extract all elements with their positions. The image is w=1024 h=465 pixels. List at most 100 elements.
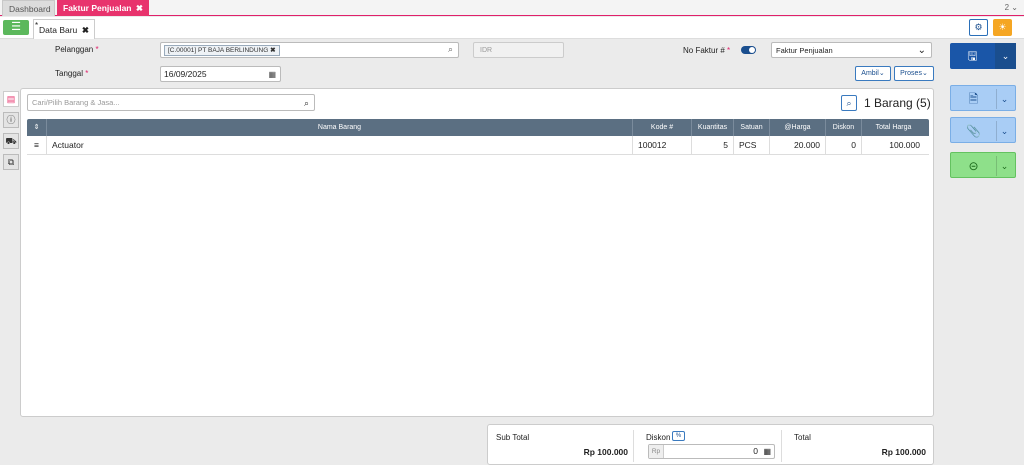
totals-bar: Sub Total Rp 100.000 Diskon % Rp 0 ▦ Tot… [487, 424, 934, 465]
more-button-group: ⊝ ⌄ [950, 152, 1016, 178]
quick-search-button[interactable]: ⌕ [841, 95, 857, 111]
required-mark: * [85, 69, 89, 78]
gear-icon: ⚙ [974, 22, 983, 32]
customer-chip[interactable]: [C.00001] PT BAJA BERLINDUNG ✖ [164, 45, 280, 56]
chevron-down-icon: ⌄ [917, 45, 926, 56]
table-header: ⇕ Nama Barang Kode # Kuantitas Satuan @H… [27, 119, 929, 136]
auto-number-toggle[interactable] [741, 46, 756, 54]
divider [781, 430, 782, 462]
unsaved-marker: * [35, 21, 39, 30]
date-value: 16/09/2025 [164, 69, 207, 79]
date-label: Tanggal * [55, 69, 88, 78]
discount-value: 0 [753, 446, 758, 456]
search-icon[interactable]: ⌕ [304, 95, 309, 111]
date-label-text: Tanggal [55, 69, 84, 78]
truck-icon: ⛟ [5, 136, 17, 146]
document-icon: 🗎 [968, 92, 979, 106]
cell-price: 20.000 [770, 136, 826, 154]
chevron-down-icon: ⌄ [878, 70, 885, 77]
customer-label-text: Pelanggan [55, 45, 94, 54]
invoice-no-label: No Faktur # * [683, 46, 730, 55]
files-icon: ⧉ [7, 157, 15, 167]
ambil-button[interactable]: Ambil⌄ [855, 66, 891, 81]
window-count[interactable]: 2 ⌄ [1005, 0, 1018, 16]
proses-button[interactable]: Proses⌄ [894, 66, 934, 81]
col-diskon[interactable]: Diskon [826, 119, 862, 136]
items-panel: Cari/Pilih Barang & Jasa... ⌕ ⌕ 1 Barang… [20, 88, 934, 417]
lightbulb-icon: ☀ [998, 22, 1007, 32]
col-satuan[interactable]: Satuan [734, 119, 770, 136]
currency-field[interactable]: IDR [473, 42, 564, 58]
document-button-group: 🗎 ⌄ [950, 85, 1016, 111]
attachment-button[interactable]: 📎 [951, 118, 996, 144]
more-options-button[interactable]: ⌄ [994, 153, 1015, 179]
cell-unit: PCS [734, 136, 770, 154]
date-input[interactable]: 16/09/2025 ▦ [160, 66, 281, 82]
calculator-icon[interactable]: ▦ [763, 445, 771, 458]
list-icon: ☰ [11, 21, 21, 33]
drag-handle-icon[interactable]: ≡ [27, 136, 47, 154]
settings-button[interactable]: ⚙ [969, 19, 988, 36]
search-icon[interactable]: ⌕ [448, 44, 453, 55]
side-tab-detail[interactable]: ▤ [3, 91, 19, 107]
chevron-down-icon: ⌄ [1011, 3, 1018, 12]
side-tab-info[interactable]: ⓘ [3, 112, 19, 128]
tab-faktur-penjualan[interactable]: Faktur Penjualan ✖ [57, 0, 149, 16]
col-total-harga[interactable]: Total Harga [862, 119, 925, 136]
side-tab-other[interactable]: ⧉ [3, 154, 19, 170]
save-icon: 🖫 [967, 49, 978, 63]
document-button[interactable]: 🗎 [951, 86, 996, 112]
chevron-down-icon: ⌄ [1000, 126, 1009, 136]
more-button[interactable]: ⊝ [951, 153, 996, 179]
document-tab-bar: ☰ * Data Baru ✖ ⚙ ☀ [0, 17, 1024, 39]
discount-currency: Rp [649, 445, 664, 458]
remove-icon[interactable]: ✖ [270, 47, 275, 54]
table-row[interactable]: ≡ Actuator 100012 5 PCS 20.000 0 100.000 [27, 136, 929, 155]
window-count-value: 2 [1004, 3, 1010, 12]
discount-percent-button[interactable]: % [672, 431, 685, 441]
item-search-input[interactable]: Cari/Pilih Barang & Jasa... ⌕ [27, 94, 315, 111]
required-mark: * [95, 45, 99, 54]
item-search-placeholder: Cari/Pilih Barang & Jasa... [32, 98, 120, 107]
cell-discount: 0 [826, 136, 862, 154]
discount-label: Diskon [646, 433, 671, 442]
close-icon[interactable]: ✖ [136, 0, 143, 16]
divider [633, 430, 634, 462]
list-button[interactable]: ☰ [3, 20, 29, 35]
invoice-no-label-text: No Faktur # [683, 46, 725, 55]
save-button[interactable]: 🖫 [950, 43, 995, 69]
col-nama-barang[interactable]: Nama Barang [47, 119, 633, 136]
customer-input[interactable]: [C.00001] PT BAJA BERLINDUNG ✖ ⌕ [160, 42, 459, 58]
tab-dashboard[interactable]: Dashboard [2, 0, 55, 16]
calendar-icon[interactable]: ▦ [268, 67, 276, 82]
document-icon: ▤ [6, 94, 16, 104]
ambil-button-label: Ambil [861, 70, 879, 77]
chevron-down-icon: ⌄ [1001, 51, 1010, 61]
sort-icon[interactable]: ⇕ [27, 119, 47, 136]
side-tab-shipping[interactable]: ⛟ [3, 133, 19, 149]
tab-data-baru[interactable]: * Data Baru ✖ [33, 19, 95, 39]
chevron-down-icon: ⌄ [1000, 161, 1009, 171]
col-kuantitas[interactable]: Kuantitas [692, 119, 734, 136]
item-count: 1 Barang (5) [864, 96, 931, 110]
customer-label: Pelanggan * [55, 45, 99, 54]
more-icon: ⊝ [968, 159, 979, 173]
col-kode[interactable]: Kode # [633, 119, 692, 136]
document-options-button[interactable]: ⌄ [994, 86, 1015, 112]
tips-button[interactable]: ☀ [993, 19, 1012, 36]
close-icon[interactable]: ✖ [82, 20, 89, 40]
cell-qty: 5 [692, 136, 734, 154]
items-table: ⇕ Nama Barang Kode # Kuantitas Satuan @H… [27, 119, 929, 155]
col-harga[interactable]: @Harga [770, 119, 826, 136]
attachment-options-button[interactable]: ⌄ [994, 118, 1015, 144]
save-button-group: 🖫 ⌄ [950, 43, 1016, 69]
invoice-type-value: Faktur Penjualan [776, 46, 833, 55]
proses-button-label: Proses [900, 70, 922, 77]
search-icon: ⌕ [846, 98, 852, 108]
invoice-type-select[interactable]: Faktur Penjualan ⌄ [771, 42, 932, 58]
total-label: Total [794, 433, 811, 442]
discount-input[interactable]: Rp 0 ▦ [648, 444, 775, 459]
chevron-down-icon: ⌄ [921, 70, 928, 77]
cell-total: 100.000 [889, 140, 920, 150]
save-options-button[interactable]: ⌄ [995, 43, 1016, 69]
